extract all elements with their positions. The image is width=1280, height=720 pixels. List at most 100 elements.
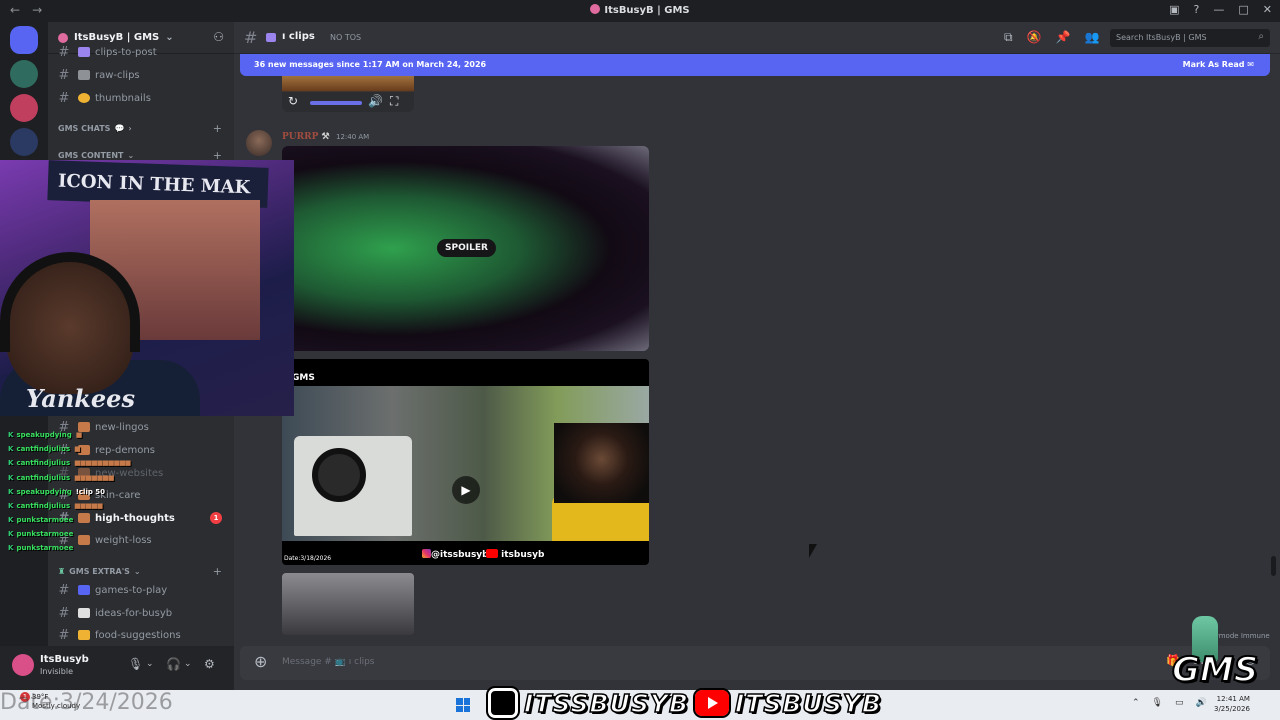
avatar[interactable] (12, 654, 34, 676)
mute-bell-icon[interactable]: 🔕 (1027, 30, 1042, 45)
chat-username: cantfindjulius (16, 474, 71, 482)
discord-home-icon[interactable] (10, 26, 38, 54)
channel-label: thumbnails (95, 92, 151, 104)
kick-icon: K (8, 516, 14, 524)
channel-clips-to-post[interactable]: # clips-to-post (56, 42, 226, 62)
facecam-inset (554, 423, 649, 503)
emote-icon: ■■■■■ (74, 502, 103, 510)
server-icon[interactable] (10, 94, 38, 122)
pin-icon[interactable]: 📌 (1056, 30, 1071, 45)
channel-emoji-icon (78, 93, 90, 103)
message-composer[interactable]: ⊕ Message # 📺 ı clips 🎁 GIF ▢ ☺ (240, 646, 1270, 680)
system-tray: ⌃ 🎙 ▭ 🔊 (1132, 698, 1207, 708)
volume-icon[interactable]: 🔊 (1196, 698, 1207, 708)
volume-icon[interactable]: 🔊 (368, 94, 383, 108)
network-icon[interactable]: ▭ (1175, 698, 1184, 708)
maximize-button[interactable]: □ (1238, 3, 1248, 16)
stream-date-overlay: Date:3/24/2026 (0, 690, 173, 715)
channel-emoji-icon (78, 70, 90, 80)
new-messages-bar[interactable]: 36 new messages since 1:17 AM on March 2… (240, 54, 1270, 76)
search-placeholder: Search ItsBusyB | GMS (1116, 33, 1207, 42)
server-icon[interactable] (10, 60, 38, 88)
new-messages-text: 36 new messages since 1:17 AM on March 2… (254, 60, 487, 69)
channel-label: ideas-for-busyb (95, 607, 173, 619)
microphone-icon[interactable]: 🎙 (128, 657, 143, 671)
gms-watermark: GMS (292, 373, 315, 383)
webcam-overlay: ICON IN THE MAK Yankees (0, 160, 294, 416)
avatar[interactable] (246, 130, 272, 156)
chat-username: cantfindjulius (16, 502, 71, 510)
channel-weight-loss[interactable]: # weight-loss (56, 530, 226, 550)
close-button[interactable]: ✕ (1263, 3, 1272, 16)
gear-icon[interactable]: ⚙ (204, 657, 215, 671)
video-attachment[interactable]: ▶ GMS Date:3/18/2026 @itssbusyb itsbusyb (282, 359, 649, 565)
search-input[interactable]: Search ItsBusyB | GMS ⌕ (1110, 29, 1270, 47)
chat-username: speakupdying (16, 488, 72, 496)
kick-icon: K (8, 431, 14, 439)
chat-username: cantfindjulius (16, 459, 71, 467)
channel-games-to-play[interactable]: # games-to-play (56, 580, 226, 600)
category-gms-content[interactable]: GMS CONTENT ⌄ (58, 151, 134, 160)
channel-emoji-icon (78, 47, 90, 57)
windows-start-icon[interactable] (456, 698, 470, 712)
members-icon[interactable]: 👥 (1084, 30, 1099, 45)
hash-icon: # (58, 605, 70, 621)
instagram-icon (486, 686, 520, 720)
chat-overlay-line: Kpunkstarmoee (8, 530, 73, 538)
channel-ideas-for-busyb[interactable]: # ideas-for-busyb (56, 603, 226, 623)
add-attachment-icon[interactable]: ⊕ (254, 652, 267, 671)
youtube-tag: ITSBUSYB (734, 688, 882, 719)
add-channel-icon[interactable]: + (213, 122, 222, 135)
play-button[interactable]: ▶ (452, 476, 480, 504)
channel-new-lingos[interactable]: # new-lingos (56, 417, 226, 437)
channel-label: food-suggestions (95, 629, 181, 641)
kick-icon: K (8, 459, 14, 467)
channel-raw-clips[interactable]: # raw-clips (56, 65, 226, 85)
category-gms-chats[interactable]: GMS CHATS 💬 › (58, 124, 132, 133)
channel-high-thoughts[interactable]: # high-thoughts 1 (56, 508, 226, 528)
replay-icon[interactable]: ↻ (288, 94, 298, 108)
server-icon (590, 4, 601, 14)
chevron-up-icon[interactable]: ⌃ (1132, 698, 1140, 708)
channel-thumbnails[interactable]: # thumbnails (56, 88, 226, 108)
minimize-button[interactable]: — (1213, 3, 1224, 16)
social-banner: ITSSBUSYB ITSBUSYB (486, 684, 882, 720)
chevron-down-icon[interactable]: ⌄ (184, 659, 192, 669)
channel-label: raw-clips (95, 69, 140, 81)
channel-header: # ı clips NO TOS ⧉ 🔕 📌 👥 Search ItsBusyB… (234, 22, 1280, 54)
spare-wheel-image (312, 448, 366, 502)
add-channel-icon[interactable]: + (213, 565, 222, 578)
window-title: ItsBusyB | GMS (0, 4, 1280, 16)
mark-as-read-button[interactable]: Mark As Read ✉ (1183, 60, 1254, 69)
message-timestamp: 12:40 AM (336, 133, 370, 141)
microphone-icon[interactable]: 🎙 (1152, 698, 1163, 708)
youtube-icon (486, 549, 498, 558)
statue-emoji-icon: ♜ (58, 567, 66, 576)
video-attachment-partial[interactable]: ↻ 🔊 ⛶ (282, 76, 414, 112)
message-author[interactable]: PURRP ⚒ (282, 132, 330, 142)
chevron-down-icon[interactable]: ⌄ (146, 659, 154, 669)
user-panel: ItsBusyb Invisible 🎙 ⌄ 🎧 ⌄ ⚙ (0, 646, 234, 690)
help-icon[interactable]: ? (1194, 3, 1200, 16)
channel-food-suggestions[interactable]: # food-suggestions (56, 625, 226, 645)
instagram-icon (422, 549, 431, 558)
threads-icon[interactable]: ⧉ (1004, 30, 1013, 45)
scrollbar[interactable] (1271, 556, 1276, 576)
category-label: GMS CHATS (58, 124, 111, 133)
headphones-icon[interactable]: 🎧 (166, 657, 181, 671)
taskbar-clock[interactable]: 12:41 AM 3/25/2026 (1214, 694, 1250, 714)
server-icon[interactable] (10, 128, 38, 156)
inbox-icon[interactable]: ▣ (1169, 3, 1179, 16)
channel-title-text: clips (288, 31, 315, 42)
channel-emoji-icon (78, 513, 90, 523)
fullscreen-icon[interactable]: ⛶ (390, 94, 398, 109)
category-gms-extras[interactable]: ♜ GMS EXTRA'S ⌄ (58, 567, 141, 576)
youtube-icon (693, 688, 731, 718)
video-progress-bar[interactable] (310, 101, 362, 105)
chat-username: punkstarmoee (16, 530, 74, 538)
instagram-handle: @itssbusyb (422, 549, 489, 560)
image-attachment[interactable] (282, 573, 414, 635)
channel-rep-demons[interactable]: # rep-demons (56, 440, 226, 460)
instagram-text: @itssbusyb (431, 550, 489, 560)
spoiler-attachment[interactable]: SPOILER (282, 146, 649, 351)
